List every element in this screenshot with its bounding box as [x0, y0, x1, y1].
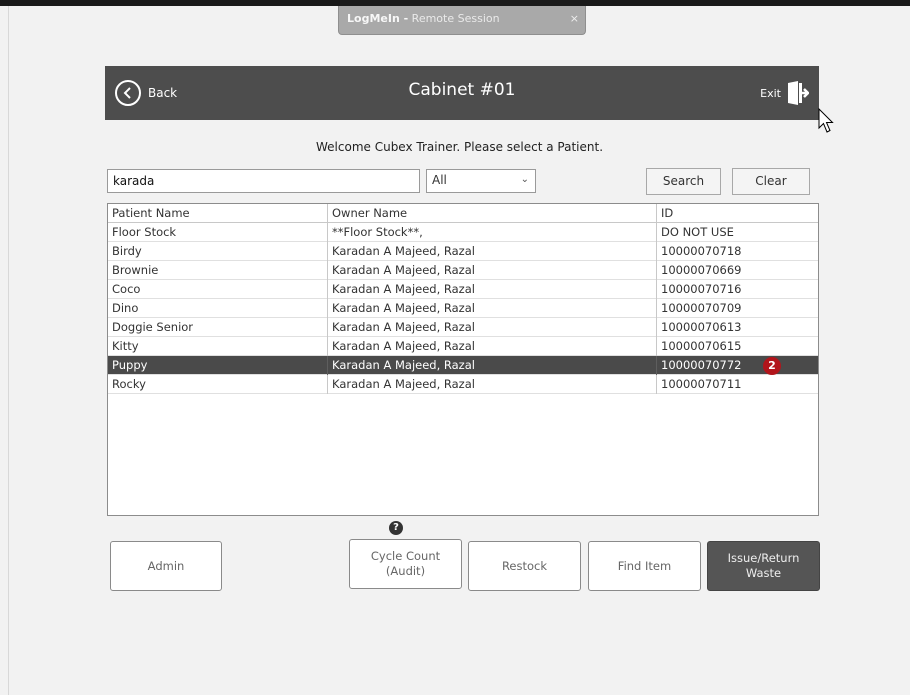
table-row-selected[interactable]: Puppy Karadan A Majeed, Razal 1000007077… [108, 356, 818, 375]
logmein-session-tab[interactable]: LogMeIn - Remote Session × [338, 6, 586, 35]
filter-selected-value: All [432, 173, 447, 187]
table-row[interactable]: Doggie Senior Karadan A Majeed, Razal 10… [108, 318, 818, 337]
patient-name-cell: Rocky [108, 375, 328, 394]
patient-name-cell: Kitty [108, 337, 328, 356]
frame-border [8, 6, 9, 695]
find-item-button[interactable]: Find Item [588, 541, 701, 591]
cycle-count-sublabel: (Audit) [385, 564, 426, 578]
patient-name-cell: Brownie [108, 261, 328, 280]
page-title: Cabinet #01 [408, 80, 516, 100]
search-button[interactable]: Search [646, 168, 721, 195]
logmein-close-icon[interactable]: × [570, 6, 579, 32]
id-cell: DO NOT USE [661, 225, 734, 239]
id-cell: 10000070615 [661, 339, 742, 353]
owner-name-cell: Karadan A Majeed, Razal [328, 318, 657, 337]
patient-name-cell: Floor Stock [108, 223, 328, 242]
column-header-owner-name[interactable]: Owner Name [328, 204, 657, 223]
id-cell: 10000070709 [661, 301, 742, 315]
logmein-brand: LogMeIn - [347, 12, 409, 25]
column-header-id[interactable]: ID [657, 204, 818, 223]
owner-name-cell: Karadan A Majeed, Razal [328, 356, 657, 375]
owner-name-cell: Karadan A Majeed, Razal [328, 299, 657, 318]
owner-name-cell: Karadan A Majeed, Razal [328, 261, 657, 280]
admin-label: Admin [147, 558, 185, 573]
patient-search-input[interactable] [107, 169, 420, 193]
patient-table: Patient Name Owner Name ID Floor Stock *… [107, 203, 819, 516]
exit-door-icon [788, 81, 809, 105]
table-header-row: Patient Name Owner Name ID [108, 204, 818, 223]
waste-label: Waste [745, 566, 782, 580]
patient-name-cell: Birdy [108, 242, 328, 261]
id-cell: 10000070772 [661, 358, 742, 372]
id-cell: 10000070718 [661, 244, 742, 258]
owner-name-cell: Karadan A Majeed, Razal [328, 280, 657, 299]
owner-name-cell: Karadan A Majeed, Razal [328, 242, 657, 261]
exit-label: Exit [760, 86, 781, 100]
cycle-count-button[interactable]: Cycle Count (Audit) [349, 539, 462, 589]
table-row[interactable]: Kitty Karadan A Majeed, Razal 1000007061… [108, 337, 818, 356]
welcome-message: Welcome Cubex Trainer. Please select a P… [316, 140, 604, 154]
restock-label: Restock [501, 558, 548, 573]
step-badge: 2 [763, 357, 781, 375]
exit-button[interactable]: Exit [760, 78, 809, 108]
admin-button[interactable]: Admin [110, 541, 222, 591]
owner-name-cell: **Floor Stock**, [328, 223, 657, 242]
id-cell: 10000070669 [661, 263, 742, 277]
patient-name-cell: Doggie Senior [108, 318, 328, 337]
logmein-session-label: Remote Session [411, 12, 500, 25]
table-row[interactable]: Dino Karadan A Majeed, Razal 10000070709 [108, 299, 818, 318]
cabinet-header: Back Cabinet #01 Exit [105, 66, 819, 120]
issue-return-label: Issue/Return [727, 551, 800, 565]
patient-name-cell: Coco [108, 280, 328, 299]
table-row[interactable]: Coco Karadan A Majeed, Razal 10000070716 [108, 280, 818, 299]
clear-button[interactable]: Clear [732, 168, 810, 195]
cycle-count-label: Cycle Count [370, 549, 441, 563]
patient-name-cell: Puppy [108, 356, 328, 375]
filter-dropdown[interactable]: All ⌄ [426, 169, 536, 193]
id-cell: 10000070613 [661, 320, 742, 334]
chevron-down-icon: ⌄ [520, 174, 529, 185]
table-row[interactable]: Birdy Karadan A Majeed, Razal 1000007071… [108, 242, 818, 261]
help-icon[interactable]: ? [389, 521, 403, 535]
patient-name-cell: Dino [108, 299, 328, 318]
id-cell: 10000070716 [661, 282, 742, 296]
table-row[interactable]: Brownie Karadan A Majeed, Razal 10000070… [108, 261, 818, 280]
owner-name-cell: Karadan A Majeed, Razal [328, 375, 657, 394]
table-row[interactable]: Rocky Karadan A Majeed, Razal 1000007071… [108, 375, 818, 394]
mouse-cursor-icon [818, 108, 834, 133]
owner-name-cell: Karadan A Majeed, Razal [328, 337, 657, 356]
column-header-patient-name[interactable]: Patient Name [108, 204, 328, 223]
table-row[interactable]: Floor Stock **Floor Stock**, DO NOT USE [108, 223, 818, 242]
restock-button[interactable]: Restock [468, 541, 581, 591]
find-item-label: Find Item [617, 558, 672, 573]
id-cell: 10000070711 [661, 377, 742, 391]
issue-return-waste-button[interactable]: Issue/Return Waste [707, 541, 820, 591]
